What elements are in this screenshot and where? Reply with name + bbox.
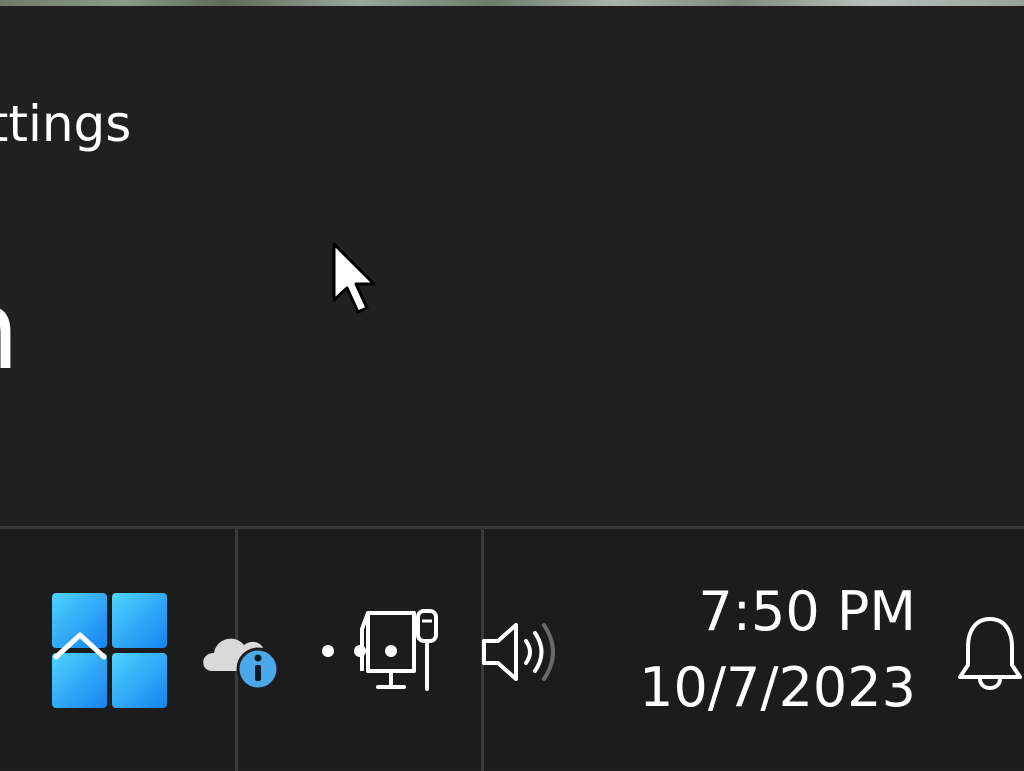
page-heading: n [0, 270, 20, 390]
bell-icon[interactable] [956, 613, 1024, 693]
settings-window: ettings n [0, 6, 1024, 526]
onedrive-info-icon[interactable] [198, 619, 284, 689]
wired-network-icon[interactable] [318, 609, 444, 695]
clock-date: 10/7/2023 [639, 656, 916, 719]
start-button[interactable] [50, 591, 172, 713]
clock-time: 7:50 PM [698, 580, 916, 643]
mouse-cursor-icon [332, 242, 376, 314]
chevron-up-icon[interactable] [52, 627, 108, 667]
taskbar: 7:50 PM 10/7/2023 [0, 526, 1024, 771]
taskbar-clock[interactable]: 7:50 PM 10/7/2023 [600, 575, 916, 727]
volume-icon[interactable] [478, 617, 564, 687]
window-title: ettings [0, 95, 132, 153]
